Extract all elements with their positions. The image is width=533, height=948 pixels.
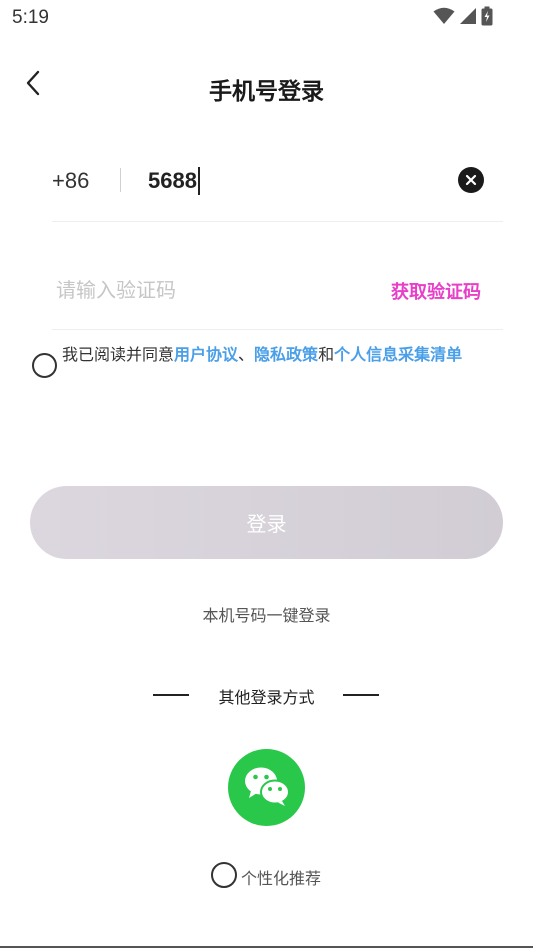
login-button[interactable]: 登录	[30, 486, 503, 559]
phone-input-value: 5688	[148, 168, 197, 193]
personalized-recommendation: 个性化推荐	[0, 862, 533, 888]
phone-row: +86 5688	[52, 150, 503, 222]
wechat-login-button[interactable]	[228, 749, 305, 826]
agreement-prefix: 我已阅读并同意	[62, 345, 175, 364]
personalized-recommendation-checkbox[interactable]	[211, 862, 237, 888]
status-bar: 5:19	[0, 0, 533, 36]
privacy-policy-link[interactable]: 隐私政策	[254, 345, 318, 364]
battery-charging-icon	[481, 6, 493, 30]
get-code-button[interactable]: 获取验证码	[391, 278, 481, 304]
info-collection-list-link[interactable]: 个人信息采集清单	[334, 345, 462, 364]
agreement-and: 和	[318, 345, 335, 364]
login-button-label: 登录	[246, 512, 287, 536]
verification-row: 请输入验证码 获取验证码	[52, 258, 503, 330]
text-caret	[197, 167, 200, 195]
verification-code-input[interactable]: 请输入验证码	[56, 274, 176, 303]
status-icons	[433, 6, 493, 30]
signal-icon	[459, 7, 477, 29]
header: 手机号登录	[0, 60, 533, 110]
wechat-icon	[242, 764, 292, 812]
country-code-selector[interactable]: +86	[52, 168, 89, 194]
clear-circle-icon	[465, 171, 477, 190]
page-title: 手机号登录	[209, 79, 324, 105]
other-login-label: 其他登录方式	[218, 688, 315, 707]
other-login-divider: 其他登录方式	[0, 684, 533, 707]
personalized-recommendation-label: 个性化推荐	[241, 869, 322, 888]
agreement-checkbox[interactable]	[32, 353, 57, 378]
divider-line-right	[343, 694, 379, 696]
agreement-separator: 、	[238, 345, 255, 364]
wifi-icon	[433, 7, 455, 29]
status-time: 5:19	[12, 7, 49, 28]
clear-phone-button[interactable]	[458, 167, 484, 193]
divider	[120, 168, 121, 192]
agreement-text: 我已阅读并同意用户协议、隐私政策和个人信息采集清单	[62, 345, 492, 365]
phone-input[interactable]: 5688	[148, 165, 428, 197]
user-agreement-link[interactable]: 用户协议	[174, 345, 238, 364]
one-click-login-link[interactable]: 本机号码一键登录	[0, 602, 533, 626]
